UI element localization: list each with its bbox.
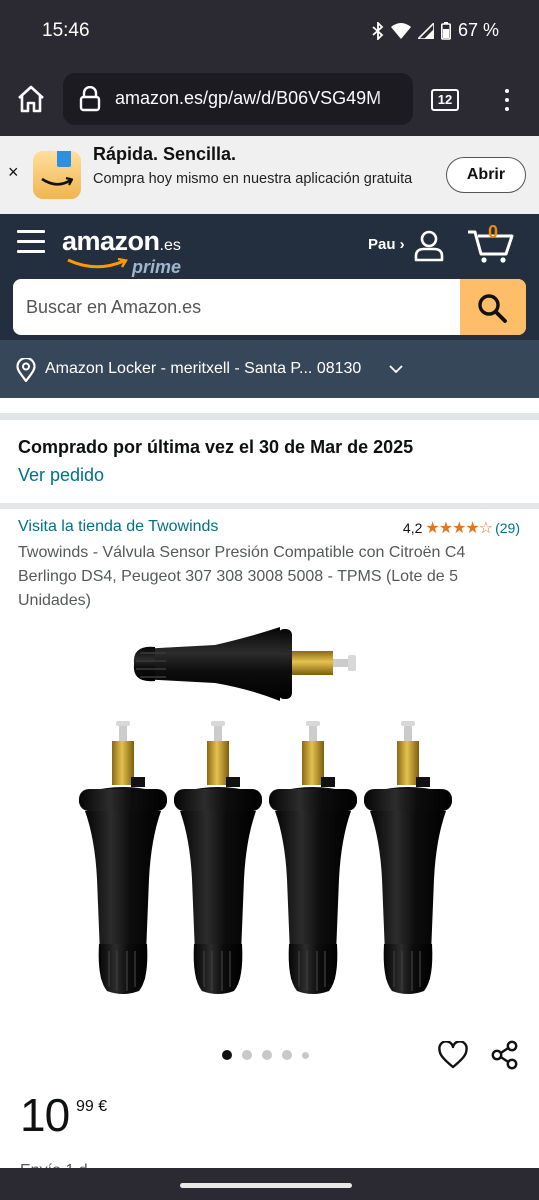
price: 10 99 € [20, 1088, 107, 1142]
amazon-app-icon [33, 151, 81, 199]
search-bar[interactable]: Buscar en Amazon.es [13, 279, 526, 335]
delivery-location-bar[interactable]: Amazon Locker - meritxell - Santa P... 0… [0, 340, 539, 398]
lock-icon[interactable] [79, 86, 101, 112]
rating-value: 4,2 [402, 520, 423, 536]
browser-toolbar: amazon.es/gp/aw/d/B06VSG49M 12 [0, 62, 539, 136]
valve-4 [363, 720, 453, 995]
last-purchased-notice: Comprado por última vez el 30 de Mar de … [18, 437, 414, 457]
horizontal-valve [133, 627, 356, 701]
divider [0, 413, 539, 420]
home-icon[interactable] [16, 84, 46, 114]
cell-signal-icon [417, 22, 434, 39]
heart-icon[interactable] [438, 1041, 468, 1069]
wifi-icon [390, 22, 411, 39]
url-field[interactable]: amazon.es/gp/aw/d/B06VSG49M [63, 73, 413, 125]
valve-3 [268, 720, 358, 995]
account-icon[interactable] [412, 228, 446, 262]
price-whole: 10 [20, 1089, 70, 1141]
carousel-dot[interactable] [262, 1050, 272, 1060]
app-install-banner: × Rápida. Sencilla. Compra hoy mismo en … [0, 136, 539, 214]
carousel-dot[interactable] [302, 1051, 309, 1059]
search-input[interactable]: Buscar en Amazon.es [26, 297, 201, 318]
smile-icon [67, 257, 128, 269]
bluetooth-icon [372, 21, 384, 40]
store-link[interactable]: Visita la tienda de Twowinds [18, 518, 218, 536]
cart-button[interactable]: 0 [466, 222, 516, 264]
divider [0, 503, 539, 509]
account-label[interactable]: Pau › [368, 236, 405, 253]
image-carousel-dots[interactable] [222, 1050, 309, 1060]
status-bar: 15:46 67 % [0, 0, 539, 62]
status-time: 15:46 [42, 20, 90, 41]
battery-icon [440, 21, 451, 40]
status-icons: 67 % [372, 20, 499, 41]
rating-summary[interactable]: 4,2 ★★★★☆ (29) [403, 518, 520, 538]
location-pin-icon [16, 358, 36, 382]
product-title: Twowinds - Válvula Sensor Presión Compat… [18, 544, 466, 609]
browser-menu-icon[interactable] [497, 86, 517, 114]
banner-title: Rápida. Sencilla. [93, 144, 237, 164]
rating-count[interactable]: (29) [495, 520, 520, 536]
amazon-logo[interactable]: amazon.es prime [62, 226, 181, 277]
product-image[interactable] [60, 615, 480, 1015]
valve-2 [173, 720, 263, 995]
cart-count: 0 [488, 222, 499, 242]
valve-1 [78, 720, 168, 995]
location-text[interactable]: Amazon Locker - meritxell - Santa P... 0… [45, 360, 361, 378]
share-icon[interactable] [491, 1040, 519, 1070]
url-text[interactable]: amazon.es/gp/aw/d/B06VSG49M [115, 88, 381, 109]
tab-counter-button[interactable]: 12 [431, 89, 459, 111]
amazon-header: amazon.es prime Pau › 0 Buscar en Amazon… [0, 214, 539, 340]
system-navigation-bar [0, 1168, 539, 1200]
carousel-dot[interactable] [282, 1050, 292, 1060]
view-order-link[interactable]: Ver pedido [18, 465, 104, 486]
battery-percent: 67 % [457, 20, 499, 40]
close-icon[interactable]: × [8, 162, 19, 183]
rating-stars-icon: ★★★★☆ [425, 520, 493, 537]
hamburger-menu-icon[interactable] [17, 230, 45, 254]
search-button[interactable] [460, 279, 526, 335]
search-icon [478, 294, 507, 323]
carousel-dot[interactable] [222, 1050, 232, 1060]
price-fraction: 99 € [76, 1098, 108, 1115]
open-app-button[interactable]: Abrir [446, 157, 526, 193]
banner-description: Compra hoy mismo en nuestra aplicación g… [93, 171, 413, 187]
chevron-down-icon[interactable] [388, 364, 404, 374]
carousel-dot[interactable] [242, 1050, 252, 1060]
gesture-handle[interactable] [180, 1183, 352, 1188]
